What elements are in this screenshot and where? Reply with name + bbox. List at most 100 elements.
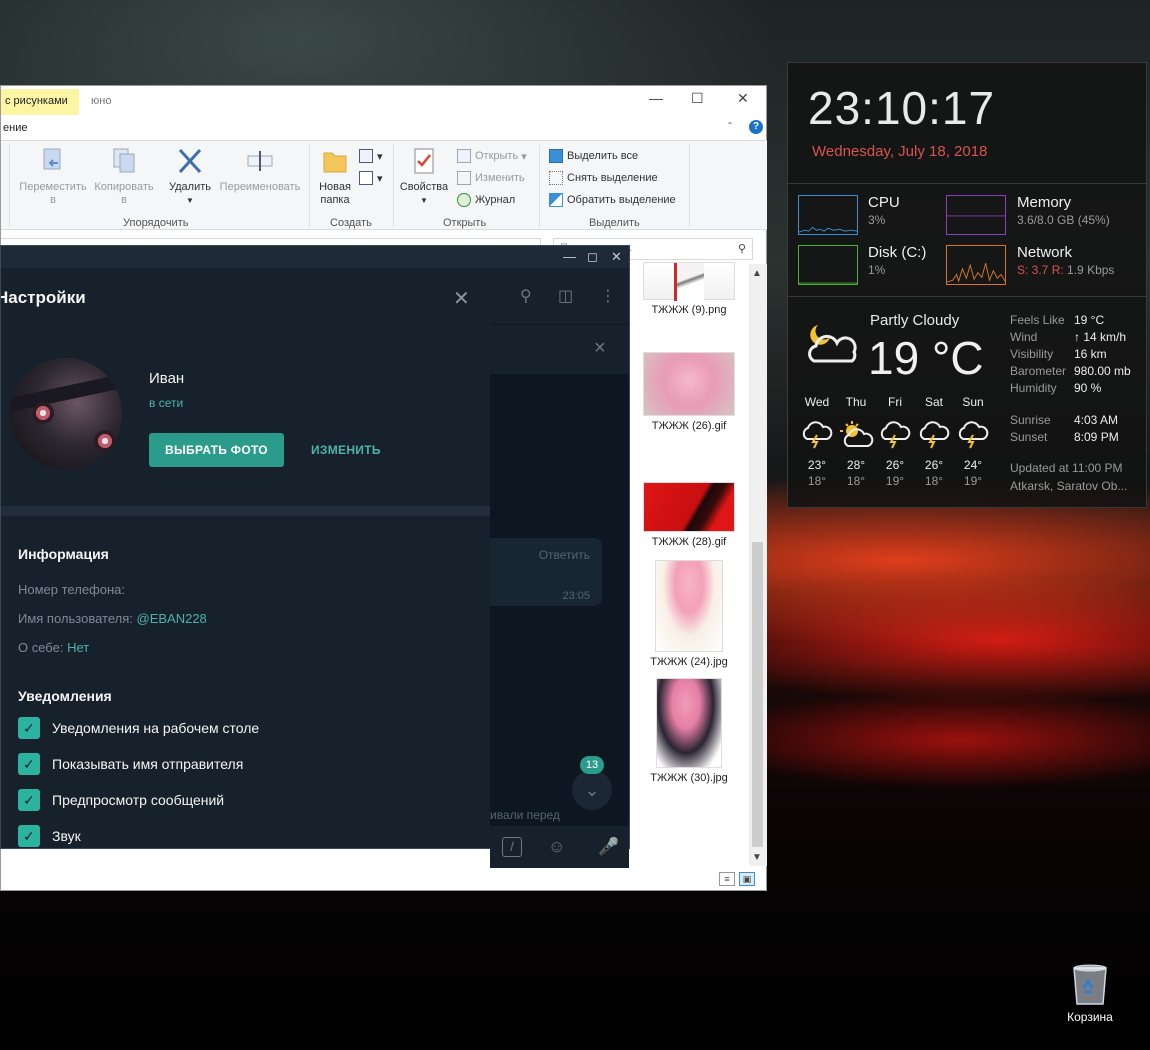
explorer-tab-inactive[interactable]: юно [91, 95, 111, 107]
humidity-label: Humidity [1010, 381, 1057, 395]
message-snippet: ивали перед [490, 808, 560, 822]
search-icon[interactable]: ⚲ [520, 286, 532, 306]
ribbon-separator [539, 145, 540, 227]
scroll-down-icon[interactable]: ▼ [752, 852, 762, 863]
file-item[interactable]: TЖЖЖ (9).png [631, 262, 747, 316]
new-item-button[interactable]: ▾ [359, 149, 383, 163]
microphone-icon[interactable]: 🎤 [598, 837, 619, 857]
sidebar-toggle-icon[interactable]: ◫ [558, 286, 573, 306]
scroll-to-bottom-icon[interactable]: ⌄ [572, 770, 612, 810]
file-item[interactable]: TЖЖЖ (28).gif [631, 482, 747, 548]
file-item[interactable]: TЖЖЖ (24).jpg [631, 560, 747, 668]
file-name: TЖЖЖ (26).gif [651, 420, 727, 432]
delete-label: Удалить [169, 181, 211, 193]
forecast-day: Fri [888, 395, 902, 409]
thunderstorm-icon [802, 421, 833, 449]
network-recv: 1.9 Kbps [1067, 263, 1115, 277]
forecast-low: 19° [963, 474, 983, 488]
minimize-icon[interactable]: — [649, 90, 663, 106]
edit-profile-button[interactable]: ИЗМЕНИТЬ [311, 443, 381, 457]
file-name: TЖЖЖ (9).png [651, 304, 727, 316]
move-to-button[interactable]: Переместить в [17, 147, 89, 207]
scroll-up-icon[interactable]: ▲ [752, 268, 762, 279]
new-folder-button[interactable]: Новая папка [313, 147, 357, 207]
avatar[interactable] [10, 358, 122, 470]
sound-checkbox[interactable]: ✓ Звук [18, 825, 81, 847]
explorer-tab-active[interactable]: с рисунками [1, 89, 79, 115]
network-graph [946, 245, 1006, 285]
close-settings-icon[interactable]: ✕ [453, 286, 470, 311]
file-thumbnail-list: TЖЖЖ (9).png TЖЖЖ (26).gif TЖЖЖ (28).gif… [631, 262, 747, 872]
file-thumbnail [655, 560, 723, 652]
profile-status: в сети [149, 396, 184, 410]
close-icon[interactable]: ✕ [737, 90, 749, 107]
history-icon [457, 193, 471, 207]
history-button[interactable]: Журнал [457, 193, 515, 207]
vertical-scrollbar[interactable]: ▲ ▼ [749, 264, 767, 866]
help-icon[interactable]: ? [749, 120, 763, 134]
commands-icon[interactable]: / [502, 837, 522, 857]
checkmark-icon: ✓ [18, 753, 40, 775]
file-item[interactable]: TЖЖЖ (30).jpg [631, 678, 747, 784]
delete-button[interactable]: Удалить ▼ [163, 147, 217, 207]
select-all-label: Выделить все [567, 150, 639, 162]
phone-row[interactable]: Номер телефона: [18, 582, 125, 597]
file-thumbnail [643, 262, 735, 301]
easy-access-button[interactable]: ▾ [359, 171, 383, 185]
humidity-value: 90 % [1074, 381, 1102, 395]
forecast-high: 26° [924, 458, 944, 472]
file-item[interactable]: TЖЖЖ (26).gif [631, 352, 747, 432]
forecast-low: 18° [846, 474, 866, 488]
select-all-button[interactable]: Выделить все [549, 149, 638, 163]
select-none-button[interactable]: Снять выделение [549, 171, 658, 185]
minimize-icon[interactable]: — [563, 249, 576, 264]
partly-cloudy-night-icon [808, 325, 857, 363]
group-label-organize: Упорядочить [123, 217, 189, 229]
maximize-icon[interactable]: ◻ [587, 249, 598, 265]
invert-selection-button[interactable]: Обратить выделение [549, 193, 676, 207]
message-preview-checkbox[interactable]: ✓ Предпросмотр сообщений [18, 789, 224, 811]
rename-button[interactable]: Переименовать [215, 147, 305, 194]
details-view-icon[interactable]: ≡ [719, 872, 735, 886]
clock-date: Wednesday, July 18, 2018 [812, 143, 988, 160]
edit-button[interactable]: Изменить [457, 171, 525, 185]
choose-photo-button[interactable]: ВЫБРАТЬ ФОТО [149, 433, 284, 467]
forecast-low: 18° [807, 474, 827, 488]
more-options-icon[interactable]: ⋮ [600, 286, 616, 306]
weather-updated: Updated at 11:00 PM [1010, 461, 1123, 475]
forecast-day: Sun [962, 395, 984, 409]
forecast-day: Sat [924, 395, 943, 409]
checkmark-icon: ✓ [18, 789, 40, 811]
desktop-notifications-checkbox[interactable]: ✓ Уведомления на рабочем столе [18, 717, 259, 739]
ribbon-tab-home[interactable]: ение [1, 116, 81, 140]
close-icon[interactable]: ✕ [611, 249, 622, 265]
forecast-day: Wed [804, 395, 830, 409]
about-row[interactable]: О себе: Нет [18, 640, 89, 655]
copy-to-button[interactable]: Копировать в [89, 147, 159, 207]
network-recv-label: R: [1051, 263, 1064, 277]
checkbox-label: Предпросмотр сообщений [52, 792, 225, 808]
show-sender-checkbox[interactable]: ✓ Показывать имя отправителя [18, 753, 243, 775]
disk-value: 1% [868, 263, 886, 277]
scrollbar-thumb[interactable] [752, 542, 763, 847]
username-row[interactable]: Имя пользователя: @EBAN228 [18, 611, 207, 626]
ribbon-collapse-icon[interactable]: ˆ [728, 120, 732, 134]
pinned-message-bar: × [490, 324, 629, 374]
emoji-icon[interactable]: ☺ [548, 837, 565, 857]
message-bubble[interactable]: Ответить 23:05 [490, 538, 602, 606]
large-icons-view-icon[interactable]: ▣ [739, 872, 755, 886]
profile-name: Иван [149, 370, 185, 387]
properties-button[interactable]: Свойства ▼ [397, 147, 451, 207]
group-label-create: Создать [330, 217, 372, 229]
maximize-icon[interactable]: ☐ [691, 90, 704, 107]
about-label: О себе: [18, 640, 64, 655]
recycle-bin-shortcut[interactable]: Корзина [1060, 962, 1120, 1024]
open-button[interactable]: Открыть ▾ [457, 149, 527, 163]
notifications-section-title: Уведомления [18, 688, 112, 704]
close-pinned-icon[interactable]: × [594, 337, 606, 360]
widget-divider [788, 296, 1148, 297]
thunderstorm-icon [880, 421, 911, 449]
search-icon: ⚲ [737, 243, 746, 255]
section-divider [1, 506, 490, 516]
group-label-select: Выделить [589, 217, 640, 229]
